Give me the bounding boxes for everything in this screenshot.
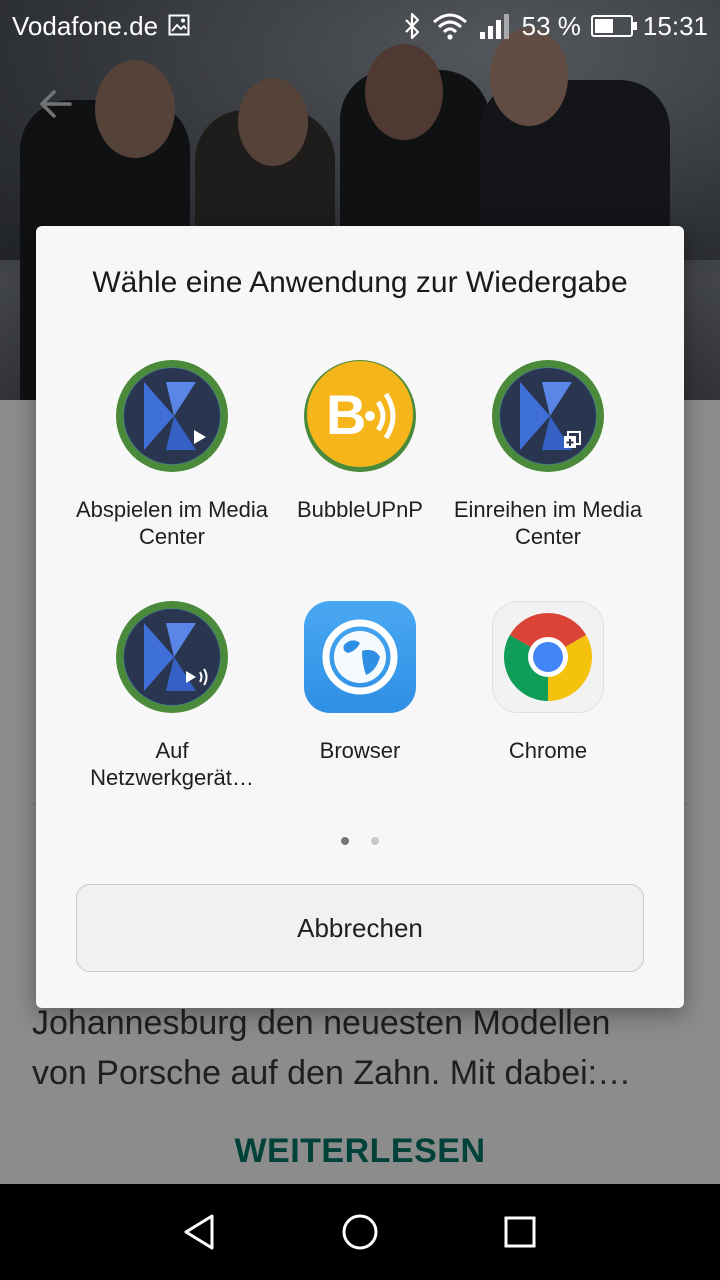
bubbleupnp-icon: B [304, 360, 416, 472]
app-label: Abspielen im Media Center [76, 497, 268, 549]
carrier-name: Vodafone.de [12, 11, 159, 41]
recents-icon[interactable] [500, 1212, 540, 1252]
dialog-title: Wähle eine Anwendung zur Wiedergabe [92, 266, 628, 299]
app-option-netzwerkgeraet[interactable]: Auf Netzwerkgerät… [72, 601, 272, 791]
app-label: Einreihen im Media Center [453, 497, 643, 549]
app-label: Browser [319, 738, 401, 763]
chrome-icon [492, 601, 604, 713]
battery-percent: 53 % [521, 10, 581, 41]
battery-icon [590, 15, 637, 37]
app-option-chrome[interactable]: Chrome [448, 601, 648, 764]
wifi-icon [432, 13, 467, 40]
page-indicator [36, 832, 684, 850]
clock: 15:31 [642, 10, 708, 41]
kodi-play-icon [116, 360, 228, 472]
image-notification-icon [168, 14, 190, 36]
app-label: Auf Netzwerkgerät… [90, 738, 254, 790]
bluetooth-icon [404, 12, 419, 40]
kodi-cast-icon [116, 601, 228, 713]
app-option-abspielen[interactable]: Abspielen im Media Center [72, 360, 272, 550]
signal-icon [479, 14, 509, 39]
svg-text:B: B [326, 383, 366, 446]
page-dot-active [340, 837, 349, 845]
page-dot [371, 837, 380, 845]
app-option-bubbleupnp[interactable]: B BubbleUPnP [260, 360, 460, 523]
app-label: BubbleUPnP [297, 497, 423, 522]
cancel-button[interactable]: Abbrechen [76, 884, 644, 972]
navigation-bar [0, 1184, 720, 1280]
home-icon[interactable] [340, 1212, 380, 1252]
app-label: Chrome [508, 738, 588, 763]
kodi-queue-icon [492, 360, 604, 472]
app-chooser-dialog: Wähle eine Anwendung zur Wiedergabe Absp… [36, 226, 684, 1008]
back-icon[interactable] [180, 1212, 220, 1252]
app-option-browser[interactable]: Browser [260, 601, 460, 764]
status-bar: Vodafone.de 53 % 15:31 [0, 0, 720, 52]
browser-globe-icon [304, 601, 416, 713]
app-option-einreihen[interactable]: Einreihen im Media Center [448, 360, 648, 550]
